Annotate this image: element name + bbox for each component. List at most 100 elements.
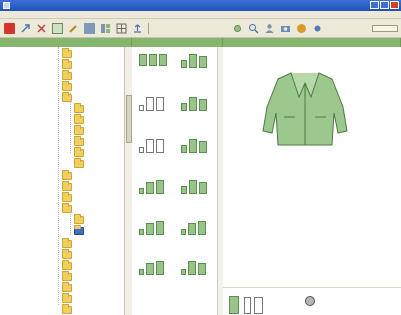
folder-icon <box>62 203 72 213</box>
tree-item[interactable] <box>62 92 74 103</box>
window-controls <box>370 1 399 9</box>
tree-item[interactable] <box>62 282 74 293</box>
tree-panel-header <box>0 38 132 47</box>
folder-icon <box>62 70 72 80</box>
pencil-icon[interactable] <box>68 23 79 34</box>
folder-icon <box>74 214 84 224</box>
folder-icon <box>62 81 72 91</box>
cross-icon[interactable] <box>36 23 47 34</box>
tree-item[interactable] <box>62 70 74 81</box>
copy-icon[interactable] <box>84 23 95 34</box>
gallery-thumbnail <box>139 54 167 66</box>
folder-icon <box>62 282 72 292</box>
gallery-thumbnail <box>181 261 206 275</box>
folder-icon <box>74 114 84 124</box>
title-bar <box>0 0 401 11</box>
gallery-thumbnail <box>139 97 164 111</box>
folder-icon <box>62 48 72 58</box>
gallery-thumbnail <box>139 261 164 275</box>
tree-item[interactable] <box>62 293 74 304</box>
minimize-icon[interactable] <box>370 1 379 9</box>
tree-item[interactable] <box>62 271 74 282</box>
pin-icon[interactable] <box>305 296 315 306</box>
garment-preview[interactable] <box>223 47 401 287</box>
tree-item[interactable] <box>74 147 86 158</box>
folder-icon <box>74 158 84 168</box>
tree-item[interactable] <box>62 203 74 214</box>
tree-guide-line <box>58 47 59 305</box>
tree-item-selected[interactable] <box>74 225 86 236</box>
folder-icon <box>74 103 84 113</box>
tree-item[interactable] <box>74 125 86 136</box>
gallery-item[interactable] <box>176 219 216 255</box>
tree-item[interactable] <box>62 59 74 70</box>
export-icon[interactable] <box>132 23 143 34</box>
tree-item[interactable] <box>62 48 74 59</box>
menu-bar <box>0 11 401 19</box>
gallery-thumbnail <box>181 97 207 111</box>
gallery-item[interactable] <box>134 52 174 88</box>
folder-icon <box>62 260 72 270</box>
folder-icon <box>62 293 72 303</box>
gallery-item[interactable] <box>176 95 216 131</box>
shirt-icon[interactable] <box>52 23 63 34</box>
arrow-icon[interactable] <box>20 23 31 34</box>
tree-item[interactable] <box>62 249 74 260</box>
folder-icon <box>62 238 72 248</box>
tree-item[interactable] <box>62 170 74 181</box>
tree-item[interactable] <box>62 81 74 92</box>
folder-tree[interactable] <box>0 47 124 315</box>
tree-item[interactable] <box>62 238 74 249</box>
gallery-item[interactable] <box>176 259 216 295</box>
zoom-icon[interactable] <box>248 23 259 34</box>
gallery-item[interactable] <box>176 52 216 88</box>
folder-icon <box>74 125 84 135</box>
gallery-panel-header <box>132 38 223 47</box>
folder-icon <box>74 147 84 157</box>
tree-item[interactable] <box>74 136 86 147</box>
tree-item[interactable] <box>62 181 74 192</box>
folder-icon <box>62 192 72 202</box>
folder-icon <box>62 170 72 180</box>
close-icon[interactable] <box>390 1 399 9</box>
tree-item[interactable] <box>74 158 86 169</box>
gallery-item[interactable] <box>176 178 216 214</box>
gallery-thumbnail <box>181 221 206 235</box>
grid-icon[interactable] <box>116 23 127 34</box>
garment-part-thumbnail[interactable] <box>244 297 251 314</box>
tree-item[interactable] <box>62 192 74 203</box>
folder-icon <box>62 249 72 259</box>
user-icon[interactable] <box>264 23 275 34</box>
help-icon[interactable] <box>296 23 307 34</box>
tree-item[interactable] <box>62 260 74 271</box>
gallery-item[interactable] <box>134 219 174 255</box>
jacket-drawing <box>262 72 348 146</box>
gallery-item[interactable] <box>176 137 216 173</box>
component-gallery[interactable] <box>132 47 217 315</box>
garment-part-thumbnail[interactable] <box>254 297 263 314</box>
red-square-icon[interactable] <box>4 23 15 34</box>
gallery-item[interactable] <box>134 95 174 131</box>
gallery-item[interactable] <box>134 178 174 214</box>
tree-item[interactable] <box>62 304 74 315</box>
folder-icon <box>62 181 72 191</box>
app-window-icon <box>3 2 10 9</box>
layout-icon[interactable] <box>100 23 111 34</box>
gallery-item[interactable] <box>134 259 174 295</box>
tool-icon[interactable] <box>232 23 243 34</box>
folder-icon <box>62 304 72 314</box>
settings-icon[interactable] <box>312 23 323 34</box>
camera-icon[interactable] <box>280 23 291 34</box>
gallery-thumbnail <box>181 180 207 194</box>
folder-icon <box>74 136 84 146</box>
gallery-item[interactable] <box>134 137 174 173</box>
gallery-thumbnail <box>181 54 207 68</box>
garment-part-thumbnail[interactable] <box>229 296 239 314</box>
tree-item[interactable] <box>74 214 86 225</box>
tree-item[interactable] <box>74 114 86 125</box>
tree-scrollbar[interactable] <box>124 47 132 315</box>
tree-item[interactable] <box>74 103 86 114</box>
toolbar-field[interactable] <box>372 25 398 32</box>
gallery-thumbnail <box>139 180 164 194</box>
maximize-icon[interactable] <box>380 1 389 9</box>
